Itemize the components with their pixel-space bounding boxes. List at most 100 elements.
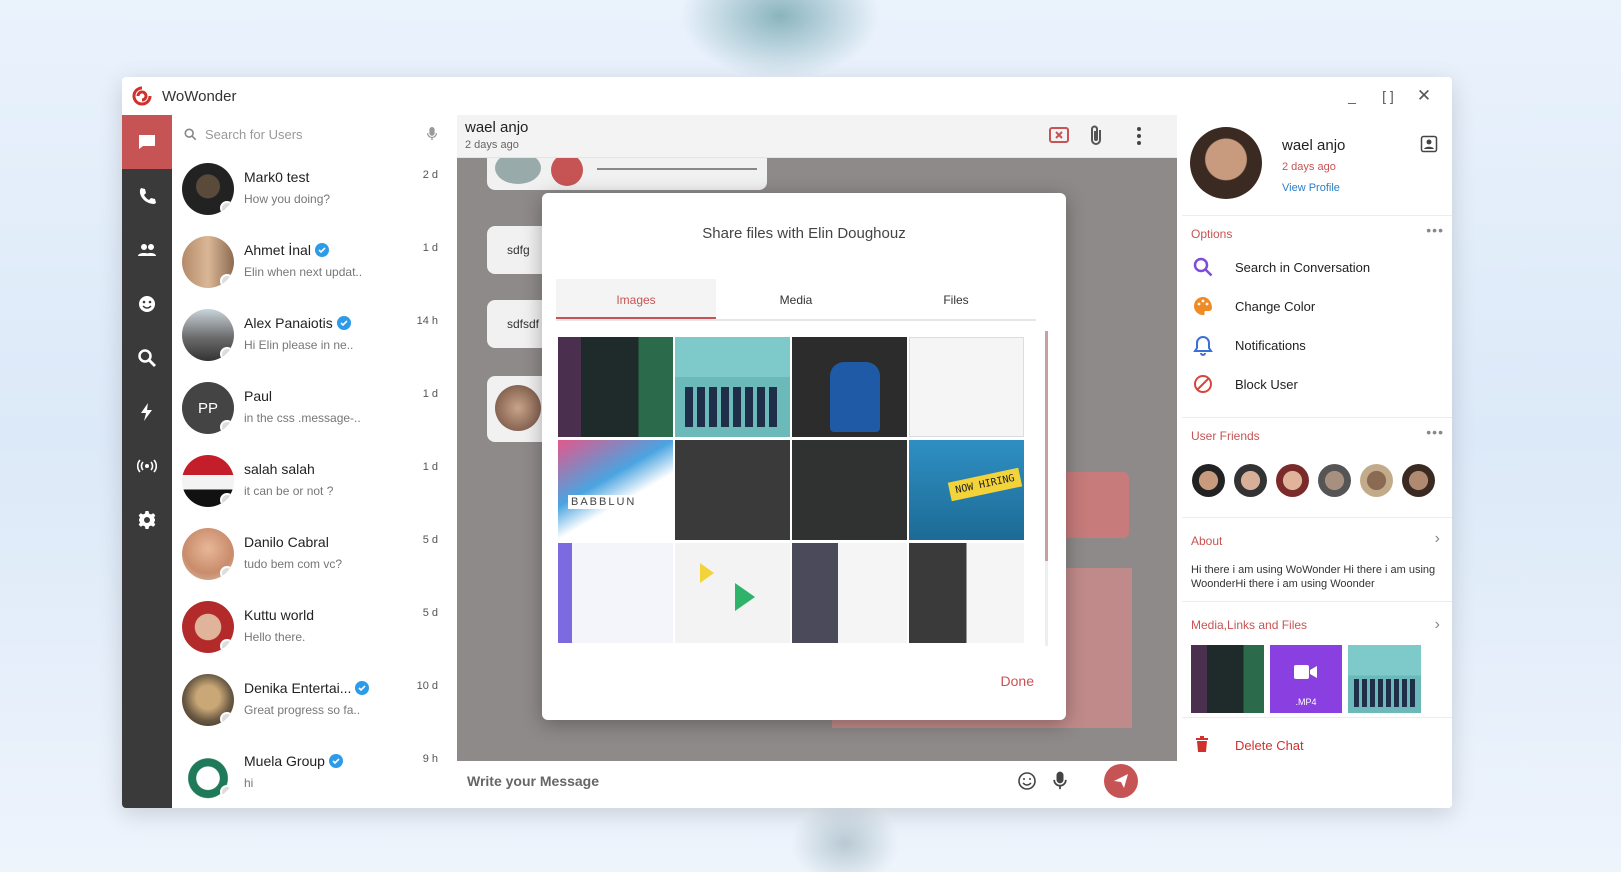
image-grid-scroll-thumb[interactable] <box>1045 331 1048 561</box>
delete-chat-label: Delete Chat <box>1235 738 1304 753</box>
image-thumb[interactable] <box>909 337 1024 437</box>
search-in-conversation-option[interactable]: Search in Conversation <box>1182 248 1452 288</box>
rail-settings[interactable] <box>122 493 172 547</box>
modal-title: Share files with Elin Doughouz <box>702 225 906 242</box>
about-section: About › Hi there i am using WoWonder Hi … <box>1182 517 1452 601</box>
palette-icon <box>1194 297 1212 315</box>
send-button[interactable] <box>1104 764 1138 798</box>
rail-broadcast[interactable] <box>122 439 172 493</box>
image-thumb[interactable] <box>792 337 907 437</box>
image-thumb[interactable] <box>675 543 790 643</box>
message-input[interactable] <box>467 773 987 789</box>
message-text: sdfsdf <box>507 317 540 331</box>
image-thumb[interactable] <box>558 543 673 643</box>
tab-files[interactable]: Files <box>876 279 1036 319</box>
change-color-option[interactable]: Change Color <box>1182 287 1452 327</box>
media-thumb[interactable] <box>1191 645 1264 713</box>
image-thumb[interactable]: NOW HIRING <box>909 440 1024 540</box>
image-thumb[interactable] <box>792 543 907 643</box>
delete-chat-button[interactable]: Delete Chat <box>1182 724 1452 764</box>
done-button[interactable]: Done <box>1001 673 1034 689</box>
chat-row[interactable]: Kuttu world 5 d Hello there. <box>172 591 450 664</box>
rail-calls[interactable] <box>122 169 172 223</box>
chat-bubble-icon <box>139 135 155 149</box>
attachment-icon[interactable] <box>1084 124 1108 148</box>
audio-progress[interactable] <box>597 168 757 170</box>
notifications-option[interactable]: Notifications <box>1182 326 1452 366</box>
about-text: Hi there i am using WoWonder Hi there i … <box>1191 564 1436 590</box>
avatar <box>495 385 541 431</box>
image-thumb[interactable] <box>909 543 1024 643</box>
voice-message[interactable] <box>487 158 767 190</box>
more-horizontal-icon[interactable]: ••• <box>1426 424 1444 440</box>
verified-icon <box>314 243 329 257</box>
chat-preview: Hello there. <box>244 630 306 644</box>
chevron-right-icon[interactable]: › <box>1435 530 1440 548</box>
chat-row[interactable]: Mark0 test 2 d How you doing? <box>172 153 450 226</box>
image-thumb[interactable] <box>792 440 907 540</box>
image-thumb[interactable]: BABBLUN <box>558 440 673 540</box>
microphone-icon[interactable] <box>426 127 438 141</box>
friend-avatar[interactable] <box>1276 464 1309 497</box>
image-thumb[interactable] <box>675 337 790 437</box>
chat-row[interactable]: PP Paul 1 d in the css .message-.. <box>172 372 450 445</box>
image-thumb[interactable] <box>558 337 673 437</box>
options-title: Options <box>1191 227 1233 241</box>
chevron-right-icon[interactable]: › <box>1435 616 1440 634</box>
chat-name: Muela Group <box>244 753 343 769</box>
tab-images[interactable]: Images <box>556 279 716 319</box>
avatar <box>182 455 234 507</box>
minimize-icon: _ <box>1348 88 1356 104</box>
friend-avatar[interactable] <box>1318 464 1351 497</box>
thumbs-up-shape <box>830 362 880 432</box>
emoji-icon[interactable] <box>1017 771 1037 791</box>
chat-row[interactable]: Ahmet İnal 1 d Elin when next updat.. <box>172 226 450 299</box>
rail-stickers[interactable] <box>122 277 172 331</box>
profile-avatar[interactable] <box>1190 127 1262 199</box>
image-grid: BABBLUN NOW HIRING <box>558 337 1038 659</box>
maximize-button[interactable]: [ ] <box>1370 77 1406 115</box>
chat-preview: tudo bem com vc? <box>244 557 343 571</box>
rail-stories[interactable] <box>122 385 172 439</box>
block-icon <box>1194 375 1212 393</box>
image-thumb[interactable] <box>675 440 790 540</box>
option-label: Notifications <box>1235 338 1306 353</box>
contact-card-icon[interactable] <box>1420 135 1438 153</box>
rail-groups[interactable] <box>122 223 172 277</box>
rail-chats[interactable] <box>122 115 172 169</box>
close-button[interactable]: ✕ <box>1406 77 1442 115</box>
search-icon <box>1193 257 1213 277</box>
broadcast-icon <box>137 459 157 473</box>
chat-name: Denika Entertai... <box>244 680 370 696</box>
chat-row[interactable]: Alex Panaiotis 14 h Hi Elin please in ne… <box>172 299 450 372</box>
user-friends-section: User Friends ••• <box>1182 417 1452 517</box>
chat-row[interactable]: salah salah 1 d it can be or not ? <box>172 445 450 518</box>
more-horizontal-icon[interactable]: ••• <box>1426 222 1444 238</box>
chat-row[interactable]: Muela Group 9 h hi <box>172 737 450 808</box>
block-user-option[interactable]: Block User <box>1182 365 1452 405</box>
friend-avatar[interactable] <box>1402 464 1435 497</box>
more-vertical-icon[interactable] <box>1127 124 1151 148</box>
minimize-button[interactable]: _ <box>1334 77 1370 115</box>
play-icon[interactable] <box>551 158 583 186</box>
tab-media[interactable]: Media <box>716 279 876 319</box>
sent-message-bubble <box>1057 472 1129 538</box>
chat-name: Paul <box>244 388 273 404</box>
rail-search[interactable] <box>122 331 172 385</box>
chat-time: 1 d <box>422 461 438 473</box>
avatar <box>182 601 234 653</box>
chat-row[interactable]: Danilo Cabral 5 d tudo bem com vc? <box>172 518 450 591</box>
friend-avatar[interactable] <box>1360 464 1393 497</box>
friend-avatar[interactable] <box>1234 464 1267 497</box>
view-profile-link[interactable]: View Profile <box>1282 182 1340 194</box>
media-video-thumb[interactable]: .MP4 <box>1270 645 1342 713</box>
close-chat-icon[interactable] <box>1047 124 1071 148</box>
user-search-input[interactable] <box>205 126 426 142</box>
chat-row[interactable]: Denika Entertai... 10 d Great progress s… <box>172 664 450 737</box>
friends-row <box>1182 452 1452 502</box>
microphone-icon[interactable] <box>1053 771 1067 791</box>
verified-icon <box>336 316 351 330</box>
media-thumb[interactable] <box>1348 645 1421 713</box>
friend-avatar[interactable] <box>1192 464 1225 497</box>
chat-list-panel: Mark0 test 2 d How you doing? Ahmet İnal… <box>172 115 450 808</box>
